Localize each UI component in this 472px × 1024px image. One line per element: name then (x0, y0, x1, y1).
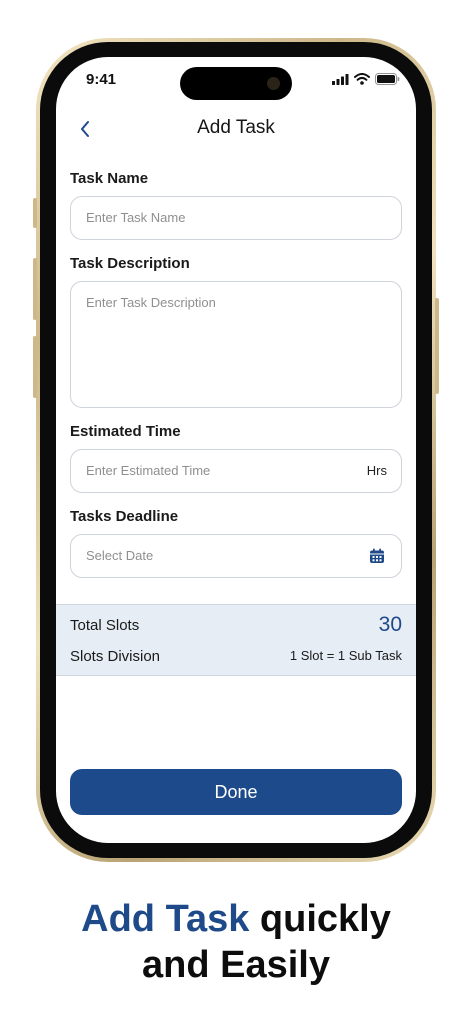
camera-icon (267, 77, 280, 90)
estimated-time-label: Estimated Time (70, 423, 181, 440)
battery-icon (375, 73, 400, 85)
estimated-time-placeholder: Enter Estimated Time (86, 463, 211, 478)
volume-down-button (33, 336, 37, 398)
caption-line-2: and Easily (142, 944, 330, 986)
task-name-label: Task Name (70, 170, 149, 187)
total-slots-value: 30 (378, 613, 402, 636)
caption-highlight: Add Task (81, 898, 250, 940)
done-button[interactable]: Done (70, 769, 402, 815)
caption-line-1-rest: quickly (249, 898, 391, 940)
slots-summary-panel: Total Slots 30 Slots Division 1 Slot = 1… (56, 604, 416, 676)
deadline-placeholder: Select Date (86, 548, 154, 563)
calendar-icon[interactable] (369, 548, 385, 564)
deadline-label: Tasks Deadline (70, 508, 179, 525)
slots-division-value: 1 Slot = 1 Sub Task (289, 648, 402, 663)
dynamic-island (180, 67, 292, 100)
task-description-placeholder: Enter Task Description (86, 295, 216, 310)
estimated-time-input[interactable]: Enter Estimated Time Hrs (70, 449, 402, 493)
phone-screen: 9:41 Add Task Task Name Enter Task Name … (56, 57, 416, 843)
wifi-icon (354, 73, 370, 85)
slots-division-label: Slots Division (70, 648, 161, 665)
caption-line-1: Add Task quickly (0, 896, 472, 942)
action-button (33, 198, 37, 228)
promo-caption: Add Task quickly and Easily (0, 896, 472, 988)
power-button (435, 298, 439, 394)
status-time: 9:41 (86, 71, 117, 88)
task-description-label: Task Description (70, 255, 190, 272)
hours-unit: Hrs (366, 463, 387, 478)
page-title: Add Task (197, 117, 275, 138)
signal-icon (332, 73, 349, 85)
task-description-textarea[interactable]: Enter Task Description (70, 281, 402, 408)
status-icons (332, 73, 400, 85)
deadline-date-picker[interactable]: Select Date (70, 534, 402, 578)
task-name-input[interactable]: Enter Task Name (70, 196, 402, 240)
volume-up-button (33, 258, 37, 320)
total-slots-label: Total Slots (70, 617, 140, 634)
task-name-placeholder: Enter Task Name (86, 210, 186, 225)
